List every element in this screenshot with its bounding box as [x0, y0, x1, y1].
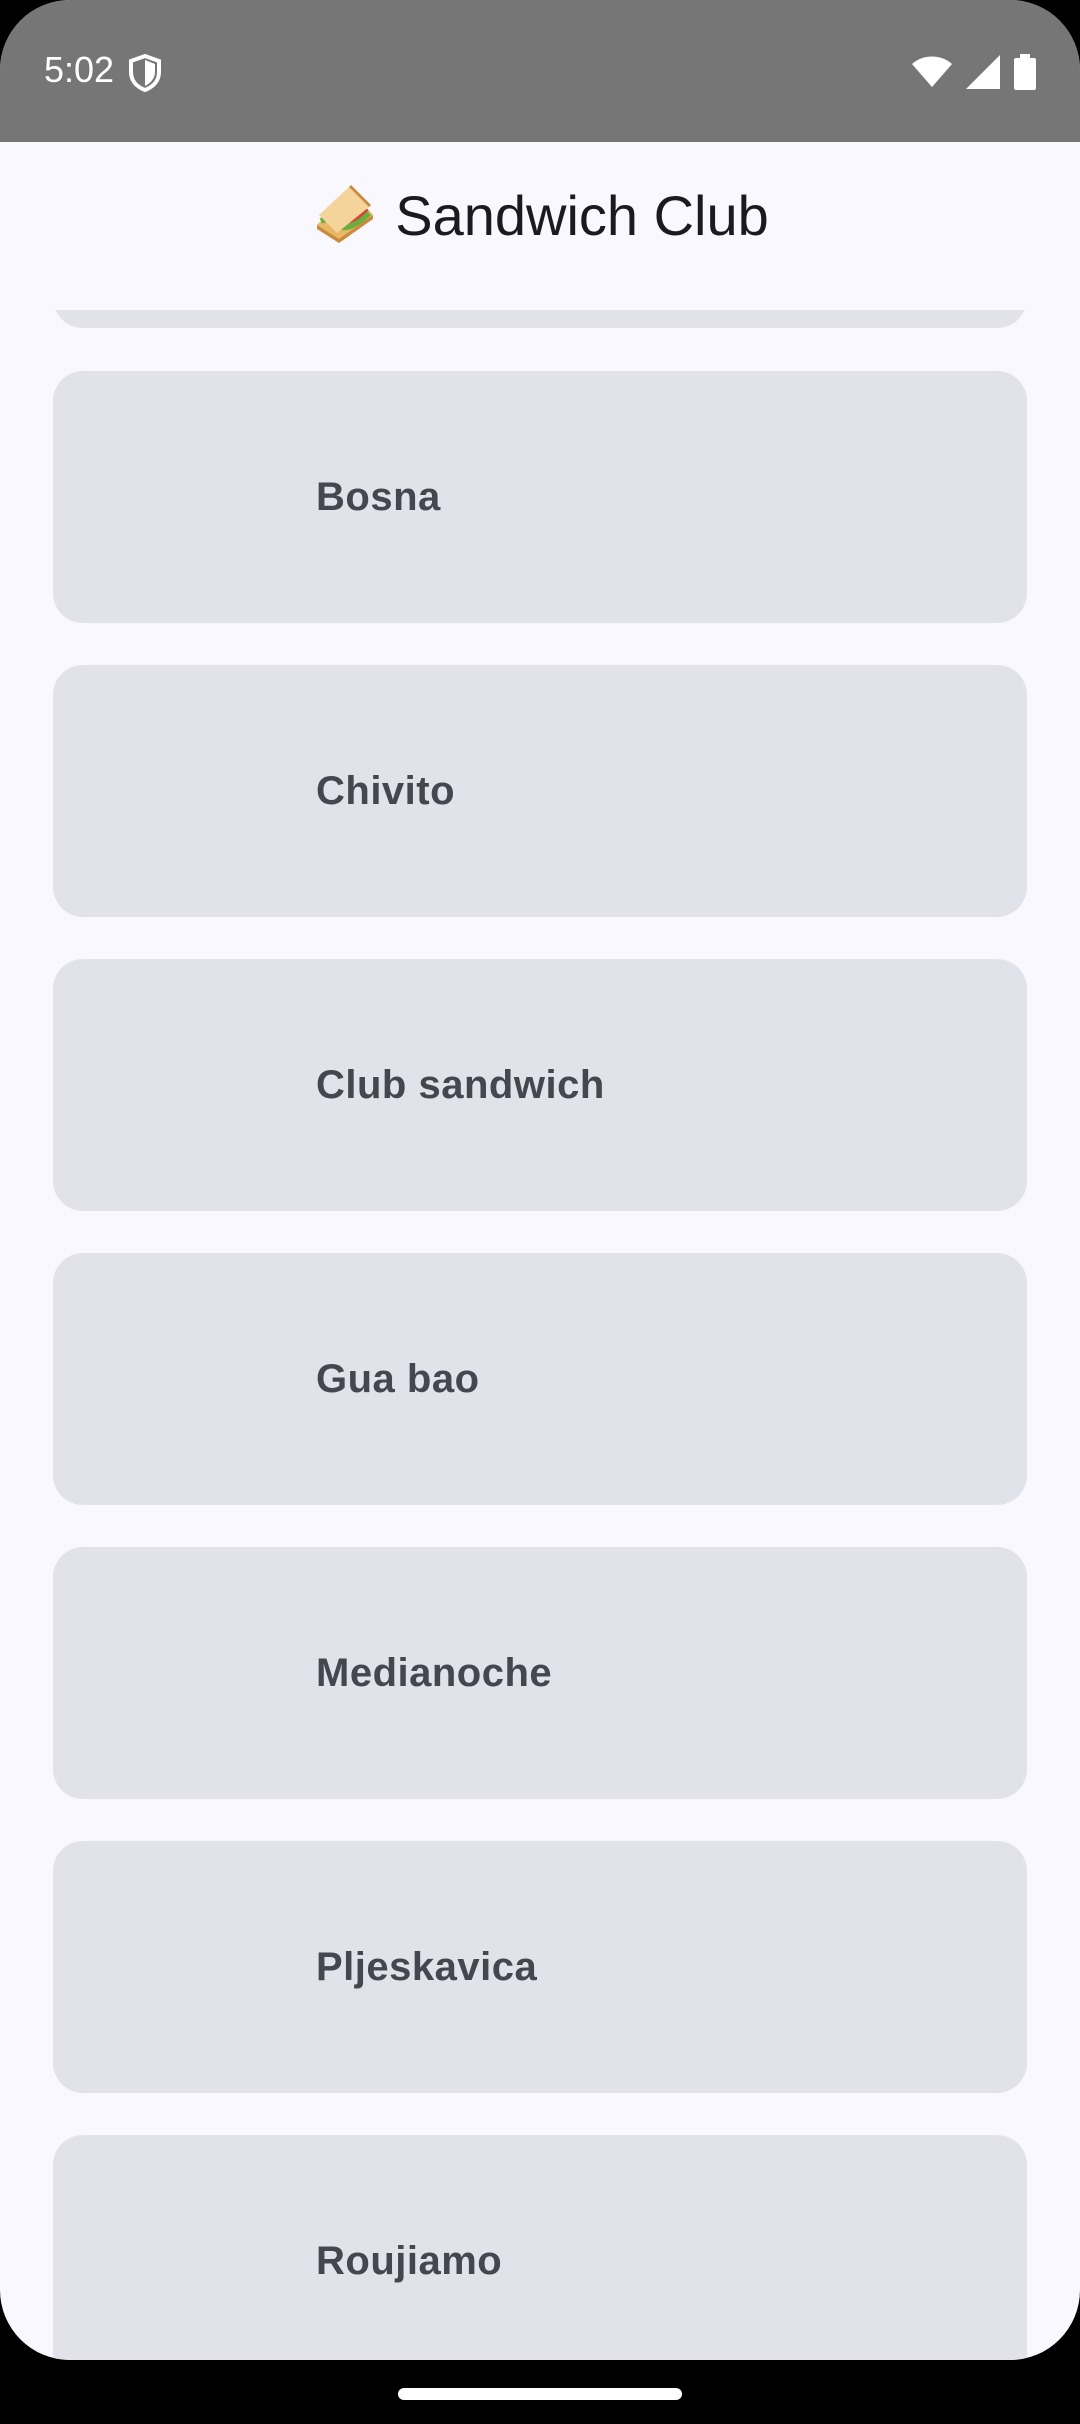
device-frame: Bosna Chivito Club sandwich Gua bao Medi… [0, 0, 1080, 2424]
status-time: 5:02 [44, 49, 115, 90]
sandwich-card[interactable]: Bosna [53, 371, 1027, 623]
sandwich-card[interactable]: Chivito [53, 665, 1027, 917]
sandwich-card-label: Roujiamo [316, 2238, 503, 2283]
sandwich-icon [317, 185, 374, 243]
sandwich-card-label: Medianoche [316, 1650, 553, 1695]
sandwich-card[interactable]: Medianoche [53, 1547, 1027, 1799]
sandwich-card-label: Pljeskavica [316, 1944, 538, 1989]
sandwich-card-label: Chivito [316, 768, 456, 813]
sandwich-card[interactable]: Club sandwich [53, 959, 1027, 1211]
sandwich-card-label: Club sandwich [316, 1062, 605, 1107]
status-bar: 5:02 [0, 0, 1080, 142]
sandwich-card[interactable]: Gua bao [53, 1253, 1027, 1505]
shield-icon [129, 54, 161, 92]
status-icons [912, 52, 1036, 92]
top-app-bar: Sandwich Club [0, 142, 1080, 310]
sandwich-card-label: Gua bao [316, 1356, 480, 1401]
wifi-icon [912, 56, 952, 87]
signal-icon [966, 55, 1000, 89]
app-title: Sandwich Club [311, 183, 769, 248]
sandwich-card[interactable]: Roujiamo [53, 2135, 1027, 2360]
sandwich-card[interactable]: Pljeskavica [53, 1841, 1027, 2093]
sandwich-list[interactable]: Bosna Chivito Club sandwich Gua bao Medi… [0, 0, 1080, 2360]
screen: Bosna Chivito Club sandwich Gua bao Medi… [0, 0, 1080, 2360]
battery-icon [1014, 54, 1036, 90]
app-title-text: Sandwich Club [395, 183, 769, 247]
gesture-nav-handle[interactable] [398, 2388, 682, 2400]
sandwich-card-label: Bosna [316, 474, 441, 519]
